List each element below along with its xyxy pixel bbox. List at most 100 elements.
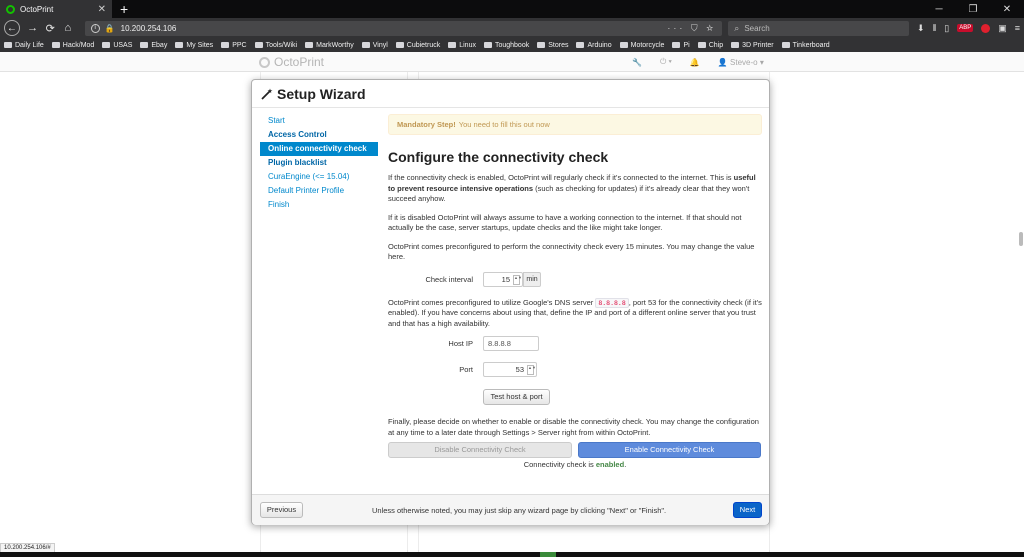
bookmark-label: Motorcycle xyxy=(630,41,665,49)
insecure-lock-icon[interactable]: 🔒 xyxy=(105,24,115,33)
url-text[interactable]: 10.200.254.106 xyxy=(121,24,177,33)
new-tab-button[interactable]: + xyxy=(112,0,136,18)
folder-icon xyxy=(672,42,681,48)
disable-connectivity-button[interactable]: Disable Connectivity Check xyxy=(388,442,572,458)
url-bar[interactable]: i 🔒 10.200.254.106 ··· ⛉ ☆ xyxy=(84,20,723,36)
bookmark-folder[interactable]: Linux xyxy=(448,42,476,49)
wizard-step-plugin-blacklist[interactable]: Plugin blacklist xyxy=(260,156,378,170)
modal-title: Setup Wizard xyxy=(277,85,366,102)
dns-paragraph: OctoPrint comes preconfigured to utilize… xyxy=(388,297,762,330)
close-window-icon[interactable]: ✕ xyxy=(990,0,1024,18)
host-ip-input[interactable]: 8.8.8.8 xyxy=(483,336,539,351)
spinner-arrows-icon[interactable]: ▲▼ xyxy=(513,274,522,285)
bookmark-folder[interactable]: Hack/Mod xyxy=(51,41,95,49)
bookmark-folder[interactable]: Chip xyxy=(697,42,723,49)
bookmark-folder[interactable]: Tools/Wiki xyxy=(254,41,298,49)
bookmark-folder[interactable]: Stores xyxy=(537,42,568,49)
user-menu[interactable]: 👤 Steve-o ▾ xyxy=(718,58,764,67)
minimize-icon[interactable]: ─ xyxy=(922,0,956,18)
bookmark-folder[interactable]: Ebay xyxy=(140,42,167,49)
bookmark-label: Linux xyxy=(459,41,476,49)
folder-icon xyxy=(4,42,12,48)
bookmark-folder[interactable]: Vinyl xyxy=(361,41,388,49)
toolbar-icons: ⬇ ⫴ ▯ ABP ▣ ≡ xyxy=(917,23,1020,34)
folder-icon xyxy=(576,42,585,48)
sidebar-icon[interactable]: ▯ xyxy=(944,23,949,34)
folder-icon xyxy=(175,42,184,48)
search-icon: ⌕ xyxy=(734,22,740,33)
info-icon[interactable]: i xyxy=(90,23,100,33)
bookmark-label: PPC xyxy=(232,41,247,49)
window-icon[interactable]: ▣ xyxy=(998,23,1007,34)
test-host-port-button[interactable]: Test host & port xyxy=(483,389,550,405)
tab-close-icon[interactable]: ✕ xyxy=(98,4,106,15)
browser-tab[interactable]: OctoPrint ✕ xyxy=(0,0,112,18)
bookmark-folder[interactable]: Toughbook xyxy=(483,41,530,49)
bookmark-folder[interactable]: My Sites xyxy=(175,42,213,49)
bookmark-folder[interactable]: MarkWorthy xyxy=(305,42,354,49)
page-actions-icon[interactable]: ··· ⛉ ☆ xyxy=(667,23,716,34)
bookmark-label: Ebay xyxy=(151,41,168,49)
bookmark-folder[interactable]: Arduino xyxy=(576,41,612,49)
bookmark-folder[interactable]: 3D Printer xyxy=(731,42,774,49)
settings-wrench-icon[interactable]: 🔧 xyxy=(632,58,642,67)
bookmark-folder[interactable]: Pi xyxy=(672,42,690,49)
wizard-step-start[interactable]: Start xyxy=(260,114,378,128)
dns-text: OctoPrint comes preconfigured to utilize… xyxy=(388,297,596,307)
octoprint-logo-icon xyxy=(259,56,270,68)
folder-icon xyxy=(697,42,706,48)
wizard-step-curaengine[interactable]: CuraEngine (<= 15.04) xyxy=(260,170,378,184)
restore-icon[interactable]: ❐ xyxy=(956,0,990,18)
menu-icon[interactable]: ≡ xyxy=(1015,23,1020,33)
bookmark-folder[interactable]: USAS xyxy=(102,42,132,49)
search-bar[interactable]: ⌕ Search xyxy=(728,20,909,36)
system-power-icon[interactable]: ⏻ ▾ xyxy=(660,57,672,67)
bookmark-folder[interactable]: Motorcycle xyxy=(619,41,665,49)
enable-connectivity-button[interactable]: Enable Connectivity Check xyxy=(578,442,761,458)
setup-wizard-modal: Setup Wizard Start Access Control Online… xyxy=(251,79,770,525)
bookmark-label: Tools/Wiki xyxy=(265,41,298,49)
bookmark-folder[interactable]: Tinkerboard xyxy=(781,42,830,49)
bookmark-label: Arduino xyxy=(587,41,612,49)
check-interval-row: Check interval 15 ▲▼ min xyxy=(388,271,762,288)
back-button[interactable]: ← xyxy=(4,20,20,36)
magic-wand-icon xyxy=(261,88,273,100)
bookmark-folder[interactable]: PPC xyxy=(221,41,247,49)
final-paragraph: Finally, please decide on whether to ena… xyxy=(388,417,759,437)
folder-icon xyxy=(254,42,263,48)
octoprint-brand[interactable]: OctoPrint xyxy=(259,55,324,69)
bookmark-label: Vinyl xyxy=(372,41,388,49)
footer-note: Unless otherwise noted, you may just ski… xyxy=(372,506,667,515)
alert-text: You need to fill this out now xyxy=(458,120,550,129)
wizard-step-default-printer-profile[interactable]: Default Printer Profile xyxy=(260,184,378,198)
port-input[interactable]: 53 ▲▼ xyxy=(483,362,537,377)
bookmark-label: Hack/Mod xyxy=(62,41,95,49)
host-ip-row: Host IP 8.8.8.8 xyxy=(388,336,762,352)
scrollbar[interactable] xyxy=(1019,232,1023,246)
notification-bell-icon[interactable]: 🔔 xyxy=(690,58,700,67)
connectivity-status: Connectivity check is enabled. xyxy=(388,460,762,469)
interval-unit: min xyxy=(523,271,541,287)
next-button[interactable]: Next xyxy=(733,502,762,518)
bookmark-folder[interactable]: Daily Life xyxy=(4,42,44,49)
check-interval-value: 15 xyxy=(501,274,510,284)
home-button[interactable]: ⌂ xyxy=(59,22,77,34)
download-icon[interactable]: ⬇ xyxy=(917,23,925,34)
disabled-paragraph: If it is disabled OctoPrint will always … xyxy=(388,212,742,233)
octoprint-navbar: OctoPrint 🔧 ⏻ ▾ 🔔 👤 Steve-o ▾ xyxy=(0,52,1024,72)
extension-icon[interactable] xyxy=(981,23,991,33)
previous-button[interactable]: Previous xyxy=(260,502,303,518)
reload-button[interactable]: ⟳ xyxy=(41,22,59,35)
forward-button[interactable]: → xyxy=(24,22,42,34)
taskbar-app-indicator[interactable] xyxy=(540,552,556,557)
wizard-step-online-connectivity-check[interactable]: Online connectivity check xyxy=(260,142,378,156)
wizard-step-finish[interactable]: Finish xyxy=(260,198,378,212)
wizard-step-access-control[interactable]: Access Control xyxy=(260,128,378,142)
library-icon[interactable]: ⫴ xyxy=(933,23,937,34)
check-interval-input[interactable]: 15 ▲▼ xyxy=(483,271,523,287)
bookmark-label: Toughbook xyxy=(494,41,530,49)
host-ip-label: Host IP xyxy=(448,339,473,348)
adblock-icon[interactable]: ABP xyxy=(957,24,974,32)
spinner-arrows-icon[interactable]: ▲▼ xyxy=(527,365,536,375)
bookmark-folder[interactable]: Cubietruck xyxy=(395,42,440,49)
